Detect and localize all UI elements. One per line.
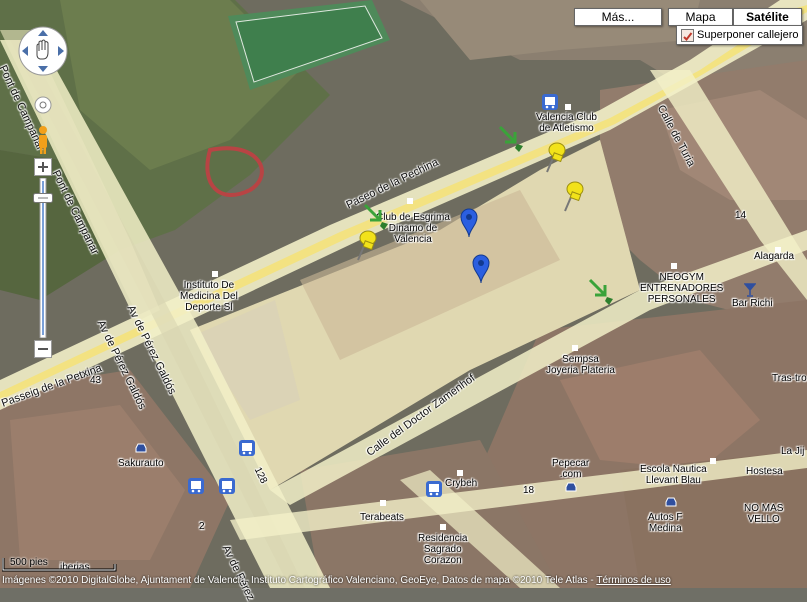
bus-stop-icon[interactable] <box>426 481 442 497</box>
more-maptypes-button[interactable]: Más... <box>574 8 662 26</box>
place-dot-icon[interactable] <box>775 247 781 253</box>
yellow-pushpin-icon[interactable] <box>543 140 569 174</box>
street-number-18: 18 <box>523 485 535 496</box>
place-dot-icon[interactable] <box>671 263 677 269</box>
yellow-pushpin-icon[interactable] <box>561 179 587 213</box>
scale-bar: 500 pies <box>1 556 117 572</box>
place-neogym[interactable]: NEOGYM ENTRENADORES PERSONALES <box>640 272 723 305</box>
satellite-type-button[interactable]: Satélite <box>733 8 802 26</box>
zoom-out-button[interactable] <box>34 340 52 358</box>
green-arrow-icon[interactable] <box>587 277 615 307</box>
checkmark-icon <box>683 32 693 42</box>
place-autos-medina[interactable]: Autos F Medina <box>648 512 682 534</box>
copyright-bar: Imágenes ©2010 DigitalGlobe, Ajuntament … <box>0 574 807 588</box>
street-number-43: 43 <box>90 375 102 386</box>
bus-stop-icon[interactable] <box>239 440 255 456</box>
place-hostesa[interactable]: Hostesa <box>746 466 783 477</box>
place-dot-icon[interactable] <box>572 345 578 351</box>
place-crybeh[interactable]: Crybeh <box>445 478 477 489</box>
place-dot-icon[interactable] <box>565 104 571 110</box>
car-icon[interactable] <box>564 481 578 493</box>
overlay-streets-toggle[interactable]: Superponer callejero <box>676 25 803 45</box>
green-arrow-icon[interactable] <box>362 202 390 232</box>
place-escola-nautica[interactable]: Escola Nautica Llevant Blau <box>640 464 707 486</box>
place-no-mas-vello[interactable]: NO MAS VELLO <box>744 503 783 525</box>
car-icon[interactable] <box>664 496 678 508</box>
place-sempsa[interactable]: Sempsa Joyeria Plateria <box>546 354 615 376</box>
car-icon[interactable] <box>134 442 148 454</box>
map-type-button[interactable]: Mapa <box>668 8 733 26</box>
pegman-icon[interactable] <box>33 93 53 155</box>
place-residencia[interactable]: Residencia Sagrado Corazon <box>418 533 467 566</box>
place-sakurauto[interactable]: Sakurauto <box>118 458 164 469</box>
place-bar-richi[interactable]: Bar Richi <box>732 298 773 309</box>
blue-marker-icon[interactable] <box>472 254 490 284</box>
blue-marker-icon[interactable] <box>460 208 478 238</box>
place-dot-icon[interactable] <box>457 470 463 476</box>
place-dot-icon[interactable] <box>212 271 218 277</box>
green-arrow-icon[interactable] <box>497 124 525 154</box>
place-terabeats[interactable]: Terabeats <box>360 512 404 523</box>
place-instituto-medicina[interactable]: Instituto De Medicina Del Deporte Sl <box>180 280 238 313</box>
bar-icon[interactable] <box>744 283 756 297</box>
copyright-text: Imágenes ©2010 DigitalGlobe, Ajuntament … <box>2 575 597 586</box>
place-la-jij[interactable]: La Jij <box>781 446 804 457</box>
place-tras-tro[interactable]: Tras-tro <box>772 373 807 384</box>
place-pepecar[interactable]: Pepecar .com <box>552 458 589 480</box>
place-dot-icon[interactable] <box>380 500 386 506</box>
street-number-14: 14 <box>735 210 747 221</box>
terms-of-use-link[interactable]: Términos de uso <box>596 575 670 586</box>
overlay-label: Superponer callejero <box>697 29 799 41</box>
overlay-checkbox[interactable] <box>681 29 694 42</box>
bus-stop-icon[interactable] <box>188 478 204 494</box>
place-valencia-club[interactable]: Valencia Club de Atletismo <box>536 112 597 134</box>
bus-stop-icon[interactable] <box>542 94 558 110</box>
zoom-in-button[interactable] <box>34 158 52 176</box>
yellow-pushpin-icon[interactable] <box>354 228 380 262</box>
bus-stop-icon[interactable] <box>219 478 235 494</box>
place-dot-icon[interactable] <box>440 524 446 530</box>
scale-label: 500 pies <box>10 557 48 568</box>
place-dot-icon[interactable] <box>710 458 716 464</box>
place-dot-icon[interactable] <box>407 198 413 204</box>
zoom-slider-thumb[interactable] <box>33 193 53 203</box>
street-number-2: 2 <box>199 521 205 532</box>
pan-control[interactable] <box>17 25 69 77</box>
